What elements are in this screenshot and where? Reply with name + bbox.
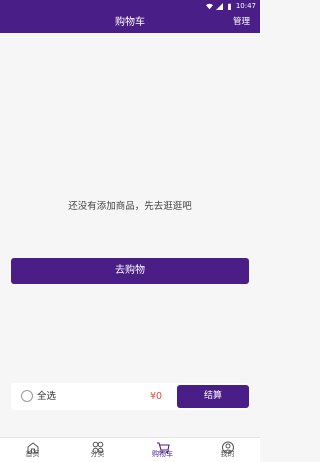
wifi-icon xyxy=(205,3,213,9)
tab-label-category: 分类 xyxy=(90,450,105,458)
battery-icon xyxy=(227,3,231,10)
tab-bar: 首页 分类 购物车 我的 xyxy=(0,437,260,462)
status-bar: 10:47 xyxy=(0,0,260,12)
select-all-label[interactable]: 全选 xyxy=(37,383,56,410)
tab-home[interactable]: 首页 xyxy=(0,438,65,462)
tab-label-cart: 购物车 xyxy=(152,450,173,458)
tab-profile[interactable]: 我的 xyxy=(195,438,260,462)
page-title: 购物车 xyxy=(115,17,145,28)
manage-button[interactable]: 管理 xyxy=(233,12,250,33)
signal-icon xyxy=(215,2,223,10)
header: 购物车 管理 xyxy=(0,12,260,33)
checkout-bar: 全选 ¥0 结算 xyxy=(11,383,249,410)
select-all-checkbox[interactable] xyxy=(21,390,33,402)
checkout-button[interactable]: 结算 xyxy=(177,385,249,408)
tab-label-profile: 我的 xyxy=(220,450,235,458)
tab-cart[interactable]: 购物车 xyxy=(130,438,195,462)
tab-label-home: 首页 xyxy=(25,450,40,458)
status-time: 10:47 xyxy=(235,2,256,10)
total-price: ¥0 xyxy=(150,391,163,402)
empty-cart-message: 还没有添加商品，先去逛逛吧 xyxy=(68,201,192,212)
go-shopping-button[interactable]: 去购物 xyxy=(11,258,249,284)
tab-category[interactable]: 分类 xyxy=(65,438,130,462)
